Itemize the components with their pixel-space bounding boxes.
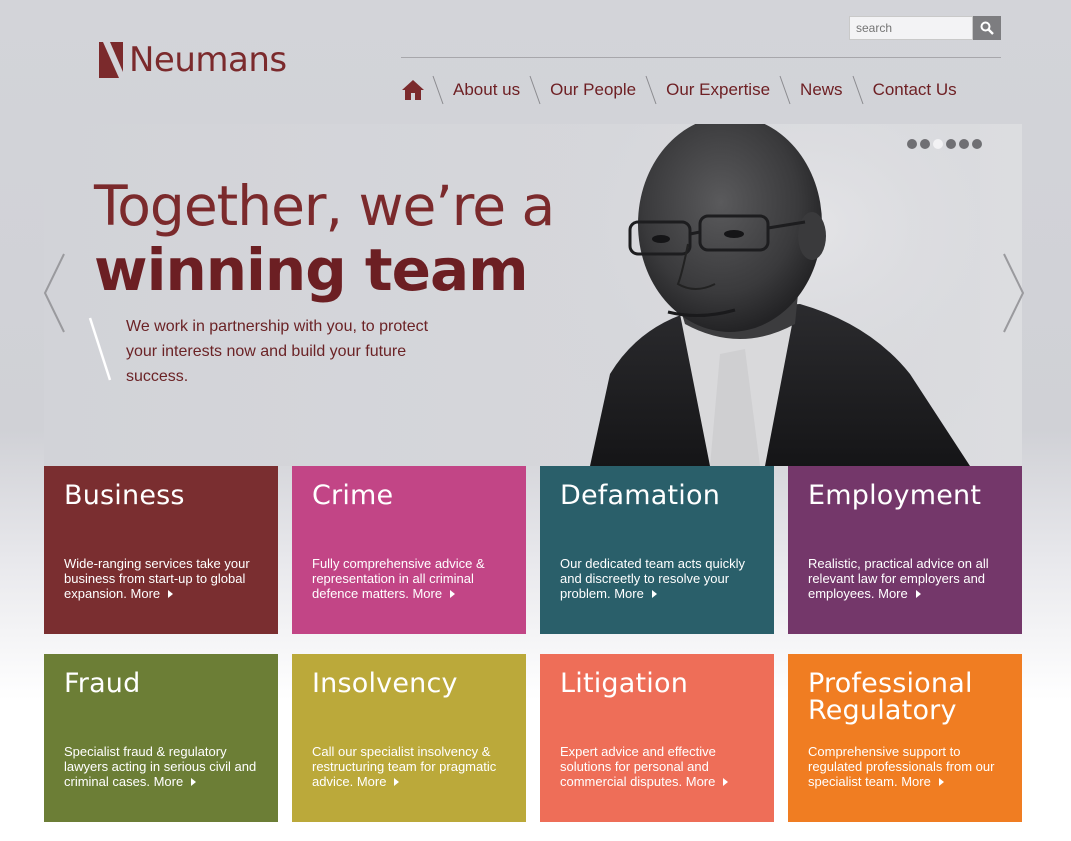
tile-title: Employment: [808, 480, 982, 511]
arrow-right-icon: [168, 590, 174, 598]
tile-description: Specialist fraud & regulatory lawyers ac…: [64, 744, 257, 789]
tile-title: Business: [64, 480, 185, 511]
tile-description: Fully comprehensive advice & representat…: [312, 556, 485, 601]
tile-title: Fraud: [64, 668, 141, 699]
logo[interactable]: Neumans: [99, 40, 287, 80]
home-icon: [402, 80, 424, 100]
slider-dot[interactable]: [920, 139, 930, 149]
nav-separator: [779, 75, 791, 105]
more-link[interactable]: More: [412, 586, 456, 601]
search-box: [849, 16, 1001, 40]
tile-defamation[interactable]: Defamation Our dedicated team acts quick…: [540, 466, 774, 634]
search-icon: [980, 21, 994, 35]
search-button[interactable]: [973, 16, 1001, 40]
nav-contact-us[interactable]: Contact Us: [865, 80, 965, 100]
home-button[interactable]: [401, 78, 425, 102]
tile-description: Expert advice and effective solutions fo…: [560, 744, 756, 789]
more-link[interactable]: More: [357, 774, 400, 789]
slider-dot[interactable]: [959, 139, 969, 149]
logo-mark-icon: [99, 42, 123, 78]
slider-next-arrow-icon[interactable]: [1000, 252, 1026, 334]
tile-description: Comprehensive support to regulated profe…: [808, 744, 995, 789]
arrow-right-icon: [450, 590, 456, 598]
hero-headline-line1: Together, we’re a: [94, 174, 555, 238]
tile-insolvency[interactable]: Insolvency Call our specialist insolvenc…: [292, 654, 526, 822]
tile-description: Our dedicated team acts quickly and disc…: [560, 556, 745, 601]
slider-dots: [907, 139, 982, 149]
arrow-right-icon: [651, 590, 657, 598]
more-link[interactable]: More: [686, 774, 729, 789]
more-link[interactable]: More: [154, 774, 197, 789]
nav-about-us[interactable]: About us: [445, 80, 528, 100]
more-link[interactable]: More: [131, 586, 174, 601]
tile-business[interactable]: Business Wide-ranging services take your…: [44, 466, 278, 634]
tile-fraud[interactable]: Fraud Specialist fraud & regulatory lawy…: [44, 654, 278, 822]
tile-title: Defamation: [560, 480, 721, 511]
main-nav: About us Our People Our Expertise News C…: [401, 70, 965, 110]
arrow-right-icon: [938, 778, 944, 786]
slider-dot-active[interactable]: [933, 139, 943, 149]
slider-prev-arrow-icon[interactable]: [42, 252, 68, 334]
search-input[interactable]: [849, 16, 973, 40]
hero-portrait-image: [550, 124, 980, 466]
slider-dot[interactable]: [907, 139, 917, 149]
tile-crime[interactable]: Crime Fully comprehensive advice & repre…: [292, 466, 526, 634]
more-link[interactable]: More: [614, 586, 657, 601]
nav-separator: [432, 75, 444, 105]
tile-litigation[interactable]: Litigation Expert advice and effective s…: [540, 654, 774, 822]
tile-description: Call our specialist insolvency & restruc…: [312, 744, 497, 789]
tile-description: Realistic, practical advice on all relev…: [808, 556, 989, 601]
nav-separator: [852, 75, 864, 105]
tile-professional-regulatory[interactable]: Professional Regulatory Comprehensive su…: [788, 654, 1022, 822]
nav-our-expertise[interactable]: Our Expertise: [658, 80, 778, 100]
hero-headline-line2: winning team: [94, 236, 529, 304]
nav-news[interactable]: News: [792, 80, 851, 100]
nav-separator: [645, 75, 657, 105]
nav-separator: [529, 75, 541, 105]
tile-title: Crime: [312, 480, 394, 511]
arrow-right-icon: [723, 778, 729, 786]
tile-title: Professional Regulatory: [808, 668, 973, 726]
tile-description: Wide-ranging services take your business…: [64, 556, 250, 601]
arrow-right-icon: [394, 778, 400, 786]
slider-dot[interactable]: [972, 139, 982, 149]
arrow-right-icon: [191, 778, 197, 786]
nav-divider: [401, 57, 1001, 58]
slider-dot[interactable]: [946, 139, 956, 149]
hero-slash-decoration: [88, 317, 112, 381]
tile-employment[interactable]: Employment Realistic, practical advice o…: [788, 466, 1022, 634]
more-link[interactable]: More: [878, 586, 921, 601]
tile-title: Litigation: [560, 668, 689, 699]
more-link[interactable]: More: [901, 774, 944, 789]
arrow-right-icon: [915, 590, 921, 598]
nav-our-people[interactable]: Our People: [542, 80, 644, 100]
logo-text: Neumans: [129, 40, 287, 80]
hero-subtext: We work in partnership with you, to prot…: [126, 318, 429, 385]
tile-title: Insolvency: [312, 668, 458, 699]
